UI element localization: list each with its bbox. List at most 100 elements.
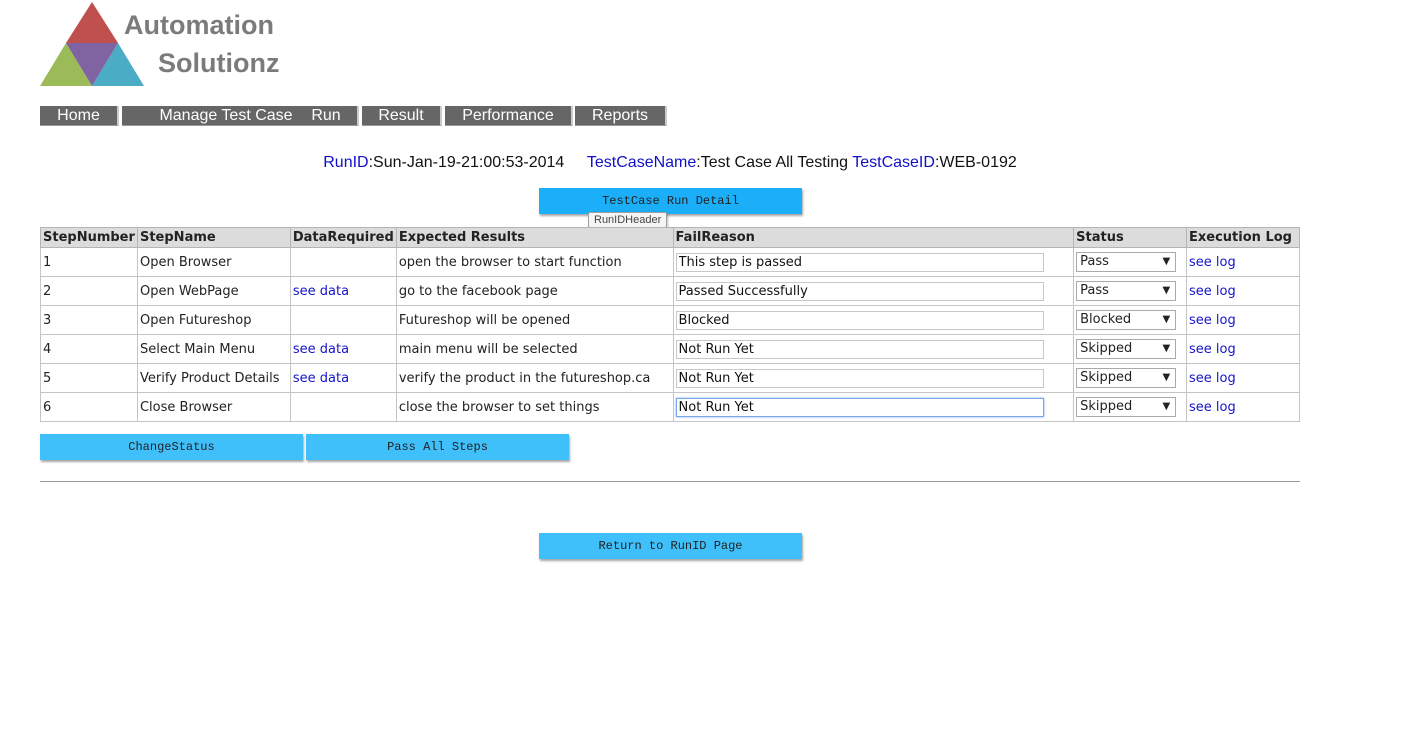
test-case-name-label: TestCaseName — [586, 154, 697, 171]
table-row: 1 Open Browser open the browser to start… — [40, 247, 1300, 277]
status-select[interactable]: Skipped ▼ — [1076, 368, 1177, 388]
execution-log-cell: see log — [1186, 363, 1300, 393]
status-cell: Skipped ▼ — [1073, 363, 1188, 393]
data-required: see data — [289, 363, 397, 393]
steps-table: StepNumber StepName DataRequired Expecte… — [40, 227, 1300, 422]
header-expected-results: Expected Results — [395, 227, 674, 248]
dropdown-arrow-icon: ▼ — [1162, 314, 1171, 325]
divider — [40, 481, 1300, 482]
runid-header-tooltip: RunIDHeader — [588, 212, 668, 228]
run-id-label: RunID — [323, 154, 369, 171]
fail-reason-cell — [672, 276, 1075, 306]
status-value: Pass — [1080, 254, 1109, 269]
fail-reason-cell — [672, 305, 1075, 335]
status-value: Skipped — [1080, 341, 1133, 356]
fail-reason-cell — [672, 247, 1075, 277]
fail-reason-input[interactable] — [675, 310, 1044, 330]
see-log-link[interactable]: see log — [1189, 284, 1236, 299]
data-required — [289, 392, 397, 422]
pass-all-steps-button[interactable]: Pass All Steps — [306, 434, 569, 460]
see-log-link[interactable]: see log — [1189, 255, 1236, 270]
status-cell: Skipped ▼ — [1073, 334, 1188, 364]
test-case-name-value: Test Case All Testing — [700, 154, 849, 171]
expected-result: verify the product in the futureshop.ca — [395, 363, 674, 393]
change-status-button[interactable]: ChangeStatus — [40, 434, 303, 460]
execution-log-cell: see log — [1186, 247, 1300, 277]
fail-reason-input[interactable] — [675, 397, 1044, 417]
dropdown-arrow-icon: ▼ — [1162, 256, 1171, 267]
step-name: Verify Product Details — [136, 363, 291, 393]
table-row: 2 Open WebPage see data go to the facebo… — [40, 276, 1300, 306]
see-data-link[interactable]: see data — [293, 371, 349, 386]
brand-logo: Automation Solutionz — [40, 0, 290, 90]
fail-reason-input[interactable] — [675, 368, 1044, 388]
return-to-runid-button[interactable]: Return to RunID Page — [539, 533, 802, 559]
status-cell: Skipped ▼ — [1073, 392, 1188, 422]
table-row: 4 Select Main Menu see data main menu wi… — [40, 334, 1300, 364]
fail-reason-input[interactable] — [675, 252, 1044, 272]
step-number: 1 — [40, 247, 138, 277]
status-cell: Pass ▼ — [1073, 276, 1188, 306]
header-fail-reason: FailReason — [672, 227, 1075, 248]
status-cell: Pass ▼ — [1073, 247, 1188, 277]
step-number: 5 — [40, 363, 138, 393]
brand-line2: Solutionz — [158, 48, 280, 78]
see-log-link[interactable]: see log — [1189, 400, 1236, 415]
status-value: Skipped — [1080, 370, 1133, 385]
table-header-row: StepNumber StepName DataRequired Expecte… — [40, 227, 1300, 248]
header-step-name: StepName — [136, 227, 291, 248]
test-case-id-label: TestCaseID — [852, 154, 935, 171]
fail-reason-input[interactable] — [675, 339, 1044, 359]
header-step-number: StepNumber — [40, 227, 138, 248]
dropdown-arrow-icon: ▼ — [1162, 285, 1171, 296]
data-required: see data — [289, 276, 397, 306]
expected-result: close the browser to set things — [395, 392, 674, 422]
see-data-link[interactable]: see data — [293, 342, 349, 357]
status-value: Blocked — [1080, 312, 1132, 327]
step-name: Select Main Menu — [136, 334, 291, 364]
status-value: Skipped — [1080, 399, 1133, 414]
nav-performance[interactable]: Performance — [445, 106, 573, 126]
brand-line1: Automation — [124, 10, 274, 40]
status-select[interactable]: Blocked ▼ — [1076, 310, 1177, 330]
execution-log-cell: see log — [1186, 276, 1300, 306]
status-select[interactable]: Skipped ▼ — [1076, 339, 1177, 359]
table-row: 5 Verify Product Details see data verify… — [40, 363, 1300, 393]
nav-home[interactable]: Home — [40, 106, 119, 126]
see-log-link[interactable]: see log — [1189, 313, 1236, 328]
execution-log-cell: see log — [1186, 334, 1300, 364]
status-select[interactable]: Skipped ▼ — [1076, 397, 1177, 417]
expected-result: go to the facebook page — [395, 276, 674, 306]
dropdown-arrow-icon: ▼ — [1162, 343, 1171, 354]
fail-reason-input[interactable] — [675, 281, 1044, 301]
see-log-link[interactable]: see log — [1189, 342, 1236, 357]
step-number: 6 — [40, 392, 138, 422]
dropdown-arrow-icon: ▼ — [1162, 401, 1171, 412]
data-required — [289, 305, 397, 335]
fail-reason-cell — [672, 363, 1075, 393]
step-name: Close Browser — [136, 392, 291, 422]
step-number: 2 — [40, 276, 138, 306]
nav-run[interactable]: Run — [295, 106, 359, 126]
see-data-link[interactable]: see data — [293, 284, 349, 299]
expected-result: open the browser to start function — [395, 247, 674, 277]
fail-reason-cell — [672, 392, 1075, 422]
step-number: 3 — [40, 305, 138, 335]
nav-reports[interactable]: Reports — [575, 106, 667, 126]
expected-result: Futureshop will be opened — [395, 305, 674, 335]
table-row: 3 Open Futureshop Futureshop will be ope… — [40, 305, 1300, 335]
nav-result[interactable]: Result — [362, 106, 442, 126]
testcase-run-detail-button[interactable]: TestCase Run Detail — [539, 188, 802, 214]
status-select[interactable]: Pass ▼ — [1076, 281, 1177, 301]
see-log-link[interactable]: see log — [1189, 371, 1236, 386]
status-value: Pass — [1080, 283, 1109, 298]
dropdown-arrow-icon: ▼ — [1162, 372, 1171, 383]
fail-reason-cell — [672, 334, 1075, 364]
data-required: see data — [289, 334, 397, 364]
status-select[interactable]: Pass ▼ — [1076, 252, 1177, 272]
run-id-value: Sun-Jan-19-21:00:53-2014 — [373, 154, 565, 171]
step-name: Open Browser — [136, 247, 291, 277]
execution-log-cell: see log — [1186, 305, 1300, 335]
header-execution-log: Execution Log — [1186, 227, 1300, 248]
table-row: 6 Close Browser close the browser to set… — [40, 392, 1300, 422]
